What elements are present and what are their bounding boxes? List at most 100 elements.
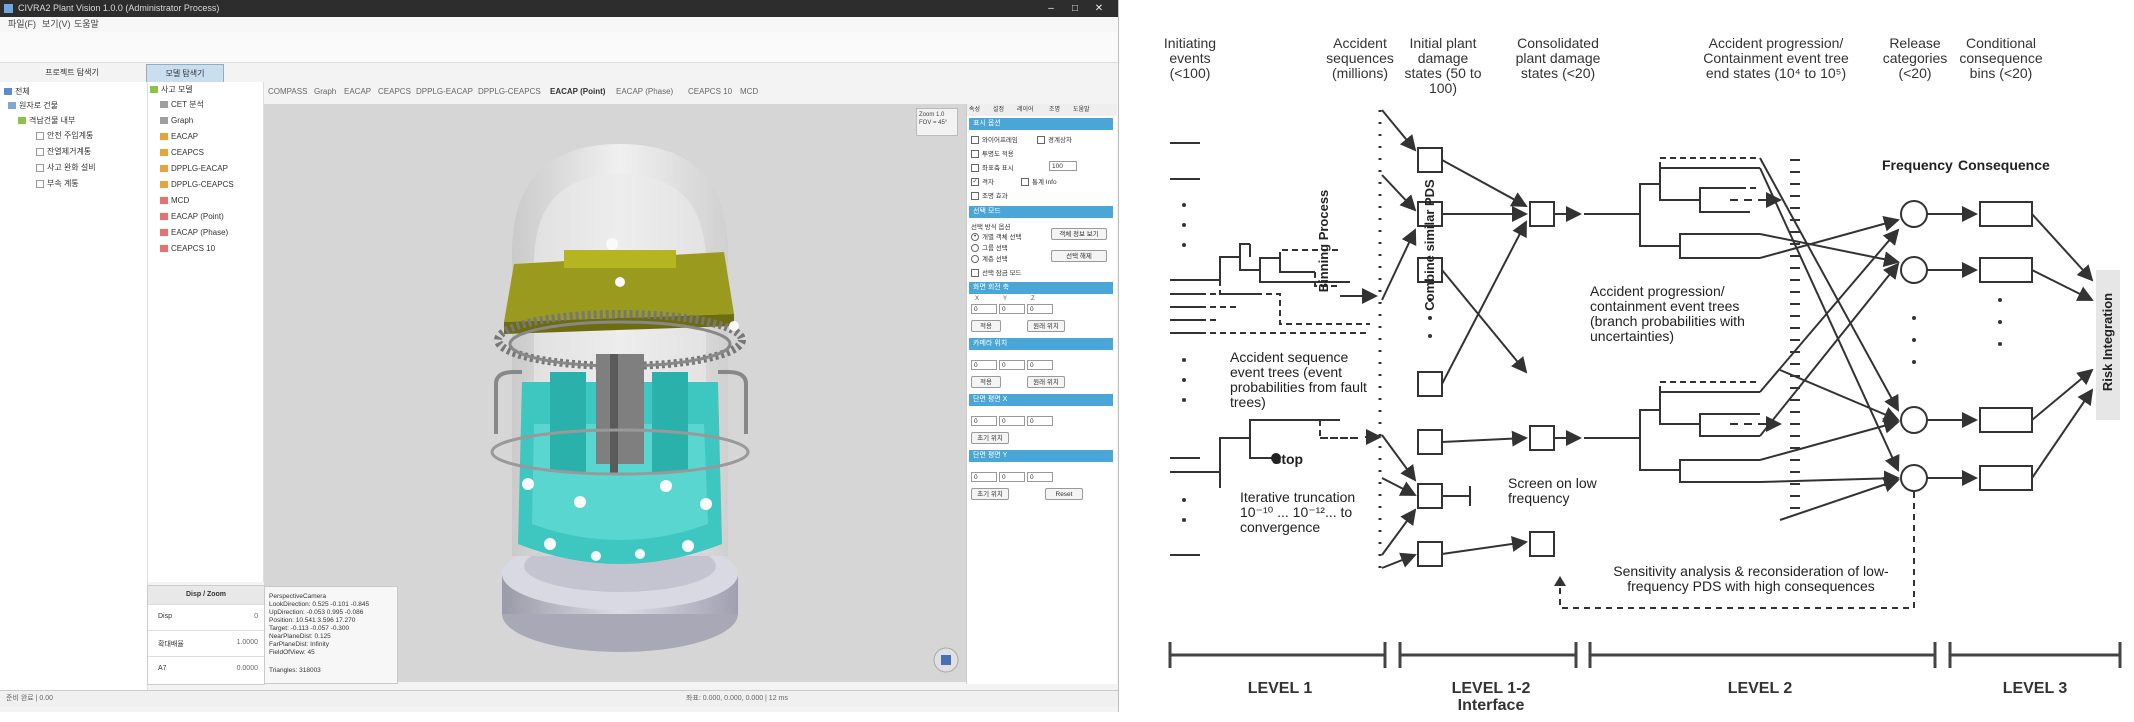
lock-checkbox[interactable]: 선택 잠금 모드 bbox=[971, 267, 1022, 278]
wireframe-checkbox[interactable]: 와이어프레임 bbox=[971, 134, 1018, 145]
header-consolidated-pds: Consolidated plant damage states (<20) bbox=[1515, 35, 1601, 81]
view-tab[interactable]: CEAPCS bbox=[378, 84, 411, 100]
selection-options-label: 선택 방식 옵션 bbox=[971, 224, 1011, 231]
model-node[interactable]: CEAPCS 10 bbox=[160, 243, 215, 255]
clipy-reset-button[interactable]: Reset bbox=[1045, 488, 1083, 500]
disp-zoom-title: Disp / Zoom bbox=[148, 586, 264, 604]
lighting-checkbox[interactable]: 조명 효과 bbox=[971, 190, 1008, 201]
tab-project-explorer[interactable]: 프로젝트 탐색기 bbox=[2, 64, 142, 81]
rot-y-input[interactable]: 0 bbox=[999, 304, 1025, 314]
menu-file[interactable]: 파일(F) bbox=[8, 17, 36, 32]
props-tab[interactable]: 조명 bbox=[1049, 104, 1060, 116]
view-tab-active[interactable]: EACAP (Point) bbox=[550, 84, 605, 100]
model-node[interactable]: CEAPCS bbox=[160, 147, 204, 159]
status-mid: 좌표: 0.000, 0.000, 0.000 | 12 ms bbox=[686, 695, 788, 702]
props-tab[interactable]: 도움말 bbox=[1073, 104, 1090, 116]
level-1-2-interface: LEVEL 1-2 Interface bbox=[1451, 680, 1531, 714]
model-node[interactable]: Graph bbox=[160, 115, 193, 127]
clipy-b-input[interactable]: 0 bbox=[999, 472, 1025, 482]
cam-reset-button[interactable]: 원래 위치 bbox=[1027, 376, 1065, 388]
cam-apply-button[interactable]: 적용 bbox=[971, 376, 1001, 388]
view-tab[interactable]: COMPASS bbox=[268, 84, 307, 100]
model-node[interactable]: DPPLG-EACAP bbox=[160, 163, 228, 175]
left-tab-strip: 프로젝트 탐색기 모델 탐색기 bbox=[0, 62, 262, 83]
maximize-button[interactable]: □ bbox=[1064, 0, 1086, 17]
model-node[interactable]: EACAP (Point) bbox=[160, 211, 224, 223]
clipy-a-input[interactable]: 0 bbox=[971, 472, 997, 482]
view-tab[interactable]: Graph bbox=[314, 84, 336, 100]
radio-group[interactable]: 그룹 선택 bbox=[971, 242, 1008, 253]
clipy-init-button[interactable]: 초기 위치 bbox=[971, 488, 1009, 500]
opacity-input[interactable]: 100 bbox=[1049, 161, 1077, 171]
props-tab[interactable]: 설정 bbox=[993, 104, 1004, 116]
deselect-button[interactable]: 선택 해제 bbox=[1051, 250, 1107, 262]
props-tab-strip: 속성 설정 레이어 조명 도움말 bbox=[967, 104, 1117, 116]
view-tab[interactable]: EACAP (Phase) bbox=[616, 84, 673, 100]
props-tab[interactable]: 속성 bbox=[969, 104, 980, 116]
model-node[interactable]: MCD bbox=[160, 195, 189, 207]
clipx-init-button[interactable]: 초기 위치 bbox=[971, 432, 1009, 444]
clipx-c-input[interactable]: 0 bbox=[1027, 416, 1053, 426]
disp-zoom-panel: Disp / Zoom Disp 0 확대배율 1.0000 A7 0.0000 bbox=[147, 585, 265, 685]
rot-reset-button[interactable]: 원래 위치 bbox=[1027, 320, 1065, 332]
disp-value[interactable]: 0 bbox=[254, 613, 258, 620]
label-frequency: Frequency bbox=[1882, 157, 1953, 173]
clipx-a-input[interactable]: 0 bbox=[971, 416, 997, 426]
tree-node[interactable]: 잔열제거계통 bbox=[36, 146, 91, 158]
cam-x-input[interactable]: 0 bbox=[971, 360, 997, 370]
menu-help[interactable]: 도움말 bbox=[74, 17, 99, 32]
tree-node[interactable]: 안전 주입계통 bbox=[36, 130, 93, 142]
model-node-root[interactable]: 사고 모델 bbox=[150, 84, 193, 96]
tab-model-explorer[interactable]: 모델 탐색기 bbox=[146, 64, 224, 83]
cam-y-input[interactable]: 0 bbox=[999, 360, 1025, 370]
model-node[interactable]: EACAP bbox=[160, 131, 198, 143]
label-combine-similar-pds: Combine similar PDS bbox=[1422, 179, 1437, 311]
axis-checkbox[interactable]: 좌표축 표시 bbox=[971, 162, 1014, 173]
view-tab[interactable]: MCD bbox=[740, 84, 758, 100]
close-button[interactable]: ✕ bbox=[1088, 0, 1110, 17]
menu-bar: 파일(F) 보기(V) 도움말 bbox=[0, 17, 1118, 32]
tree-node-root[interactable]: 전체 bbox=[4, 86, 30, 98]
object-info-button[interactable]: 객체 정보 보기 bbox=[1051, 228, 1107, 240]
window-title: CIVRA2 Plant Vision 1.0.0 (Administrator… bbox=[18, 3, 220, 13]
transparency-checkbox[interactable]: 투명도 적용 bbox=[971, 148, 1014, 159]
label-stop: Stop bbox=[1272, 451, 1304, 467]
props-tab[interactable]: 레이어 bbox=[1017, 104, 1034, 116]
app-window: CIVRA2 Plant Vision 1.0.0 (Administrator… bbox=[0, 0, 1119, 712]
rot-x-input[interactable]: 0 bbox=[971, 304, 997, 314]
clipx-b-input[interactable]: 0 bbox=[999, 416, 1025, 426]
project-tree-panel: 전체 원자로 건물 격납건물 내부 안전 주입계통 잔열제거계통 사고 완화 설… bbox=[0, 82, 148, 702]
header-initiating-events: Initiating events (<100) bbox=[1163, 35, 1217, 81]
a7-value[interactable]: 0.0000 bbox=[237, 665, 258, 672]
rot-z-input[interactable]: 0 bbox=[1027, 304, 1053, 314]
rot-apply-button[interactable]: 적용 bbox=[971, 320, 1001, 332]
view-tab[interactable]: CEAPCS 10 bbox=[688, 84, 732, 100]
model-node[interactable]: DPPLG-CEAPCS bbox=[160, 179, 234, 191]
zoom-value[interactable]: 1.0000 bbox=[237, 639, 258, 646]
tree-node[interactable]: 격납건물 내부 bbox=[18, 115, 75, 127]
section-clip-x: 단면 평면 X bbox=[969, 394, 1113, 406]
axis-label-z: Z bbox=[1031, 296, 1035, 302]
level-1: LEVEL 1 bbox=[1247, 680, 1313, 697]
label-risk-integration: Risk Integration bbox=[2100, 292, 2115, 392]
model-node[interactable]: EACAP (Phase) bbox=[160, 227, 228, 239]
level-3: LEVEL 3 bbox=[2002, 680, 2068, 697]
tree-node[interactable]: 사고 완화 설비 bbox=[36, 162, 96, 174]
view-tab[interactable]: EACAP bbox=[344, 84, 371, 100]
grid-checkbox[interactable]: ✓ 격자 bbox=[971, 176, 994, 187]
clipy-c-input[interactable]: 0 bbox=[1027, 472, 1053, 482]
tree-node[interactable]: 부속 계통 bbox=[36, 178, 79, 190]
radio-single[interactable]: • 개별 객체 선택 bbox=[971, 231, 1022, 242]
stats-checkbox[interactable]: 통계 Info bbox=[1021, 176, 1057, 187]
section-display: 표시 옵션 bbox=[969, 118, 1113, 130]
model-node[interactable]: CET 분석 bbox=[160, 99, 204, 111]
tree-node[interactable]: 원자로 건물 bbox=[8, 100, 58, 112]
radio-hierarchy[interactable]: 계층 선택 bbox=[971, 253, 1008, 264]
section-camera: 카메라 위치 bbox=[969, 338, 1113, 350]
view-tab[interactable]: DPPLG-EACAP bbox=[416, 84, 473, 100]
minimize-button[interactable]: – bbox=[1040, 0, 1062, 17]
bbox-checkbox[interactable]: 경계상자 bbox=[1037, 134, 1072, 145]
view-tab[interactable]: DPPLG-CEAPCS bbox=[478, 84, 541, 100]
menu-view[interactable]: 보기(V) bbox=[42, 17, 71, 32]
cam-z-input[interactable]: 0 bbox=[1027, 360, 1053, 370]
